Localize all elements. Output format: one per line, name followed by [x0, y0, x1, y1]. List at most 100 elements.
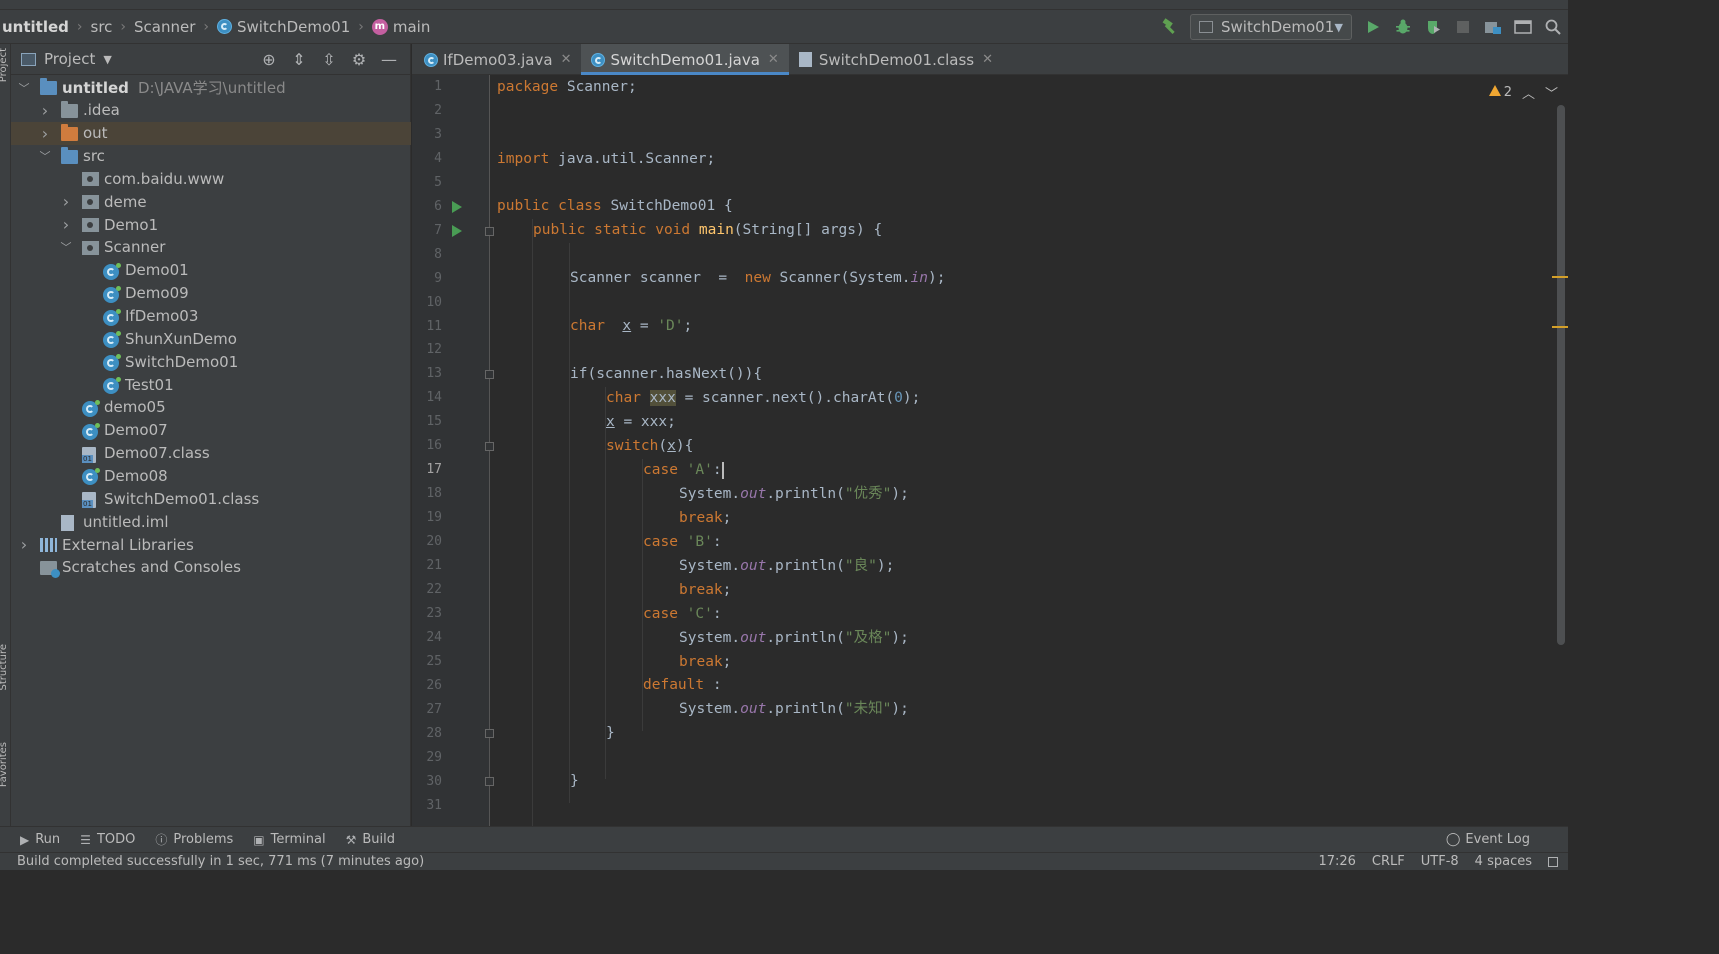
tab-ifdemo03[interactable]: IfDemo03.java ✕: [414, 44, 581, 75]
gear-icon[interactable]: ⚙: [344, 50, 374, 69]
lock-icon[interactable]: [1548, 856, 1558, 867]
line-number: 14: [426, 390, 442, 406]
tree-item[interactable]: Demo07: [11, 419, 411, 442]
locate-icon[interactable]: ⊕: [254, 50, 284, 69]
warning-counter[interactable]: 2: [1488, 85, 1512, 100]
run-gutter-icon[interactable]: [452, 225, 462, 237]
project-view-selector[interactable]: Project ▼: [21, 50, 112, 68]
terminal-tool-button[interactable]: ▣ Terminal: [253, 832, 325, 847]
expand-all-icon[interactable]: ⇕: [284, 50, 314, 69]
tree-item-label: com.baidu.www: [104, 169, 225, 188]
breadcrumb-project[interactable]: untitled: [0, 10, 69, 44]
stop-icon[interactable]: [1448, 10, 1478, 44]
line-separator[interactable]: CRLF: [1372, 854, 1405, 869]
chevron-down-icon[interactable]: ﹀: [1545, 83, 1558, 102]
line-number: 25: [426, 653, 442, 669]
breadcrumb-class[interactable]: SwitchDemo01: [217, 10, 350, 44]
favorites-tool-tab[interactable]: Favorites: [0, 742, 9, 787]
code-editor[interactable]: 1 2 3 4 5 6 7 8 9 10 11 12 13 14 15 16 17 18 19 20 21 22 23 24 2…: [412, 75, 1568, 826]
chevron-right-icon[interactable]: ›: [17, 535, 31, 554]
close-icon[interactable]: ✕: [561, 52, 572, 67]
problems-tool-button[interactable]: ⓘ Problems: [155, 831, 233, 848]
run-tool-button[interactable]: ▶ Run: [20, 832, 60, 847]
breadcrumb-method[interactable]: m main: [371, 10, 430, 44]
fold-icon[interactable]: [485, 777, 494, 786]
chevron-down-icon[interactable]: ﹀: [59, 239, 73, 255]
tree-item[interactable]: › Demo1: [11, 213, 411, 236]
line-number: 4: [434, 150, 442, 166]
fold-icon[interactable]: [485, 370, 494, 379]
run-configuration-select[interactable]: SwitchDemo01 ▼: [1190, 14, 1352, 40]
run-gutter-icon[interactable]: [452, 201, 462, 213]
chevron-down-icon[interactable]: ﹀: [38, 148, 52, 164]
breadcrumb-src[interactable]: src: [91, 10, 113, 44]
event-log-button[interactable]: ◯ Event Log: [1446, 832, 1530, 847]
tab-switchdemo01-class[interactable]: SwitchDemo01.class ✕: [789, 44, 1003, 75]
code-line-18: System.out.println("优秀");: [679, 486, 909, 502]
tree-item[interactable]: untitled.iml: [11, 510, 411, 533]
chevron-up-icon[interactable]: ︿: [1522, 83, 1535, 102]
close-icon[interactable]: ✕: [768, 52, 779, 67]
tree-item[interactable]: Test01: [11, 373, 411, 396]
build-tool-button[interactable]: ⚒ Build: [346, 832, 395, 847]
line-number: 24: [426, 629, 442, 645]
file-encoding[interactable]: UTF-8: [1421, 854, 1459, 869]
indent-setting[interactable]: 4 spaces: [1475, 854, 1532, 869]
tree-item[interactable]: SwitchDemo01.class: [11, 487, 411, 510]
structure-tool-tab[interactable]: Structure: [0, 644, 9, 691]
line-number: 27: [426, 701, 442, 717]
main-toolbar: SwitchDemo01 ▼: [1154, 10, 1568, 44]
project-structure-icon[interactable]: [1478, 10, 1508, 44]
tree-item[interactable]: › deme: [11, 190, 411, 213]
caret-position[interactable]: 17:26: [1318, 854, 1355, 869]
coverage-icon[interactable]: [1418, 10, 1448, 44]
tree-item[interactable]: Scratches and Consoles: [11, 556, 411, 579]
collapse-all-icon[interactable]: ⇳: [314, 50, 344, 69]
tree-item[interactable]: Demo09: [11, 282, 411, 305]
run-icon[interactable]: [1358, 10, 1388, 44]
chevron-right-icon[interactable]: ›: [38, 124, 52, 143]
class-icon: [103, 308, 121, 326]
tab-switchdemo01-java[interactable]: SwitchDemo01.java ✕: [581, 44, 790, 75]
tree-item[interactable]: ﹀ Scanner: [11, 236, 411, 259]
project-tool-tab[interactable]: Project: [0, 48, 9, 82]
debug-icon[interactable]: [1388, 10, 1418, 44]
tree-item[interactable]: com.baidu.www: [11, 167, 411, 190]
tree-item[interactable]: demo05: [11, 396, 411, 419]
vertical-scrollbar[interactable]: [1557, 105, 1565, 645]
chevron-right-icon[interactable]: ›: [59, 192, 73, 211]
editor-gutter[interactable]: 1 2 3 4 5 6 7 8 9 10 11 12 13 14 15 16 17 18 19 20 21 22 23 24 2…: [412, 75, 494, 826]
tree-item[interactable]: IfDemo03: [11, 305, 411, 328]
tree-item[interactable]: ﹀ untitled D:\JAVA学习\untitled: [11, 76, 411, 99]
todo-tool-button[interactable]: ☰ TODO: [80, 832, 135, 847]
tree-item[interactable]: SwitchDemo01: [11, 350, 411, 373]
status-message[interactable]: Build completed successfully in 1 sec, 7…: [17, 854, 424, 869]
warning-stripe-mark[interactable]: [1552, 326, 1568, 328]
tree-item[interactable]: › .idea: [11, 99, 411, 122]
minimize-icon[interactable]: —: [374, 50, 404, 69]
warning-stripe-mark[interactable]: [1552, 276, 1568, 278]
breadcrumb-class-label: SwitchDemo01: [237, 17, 351, 36]
tree-item[interactable]: Demo08: [11, 464, 411, 487]
tree-item[interactable]: Demo01: [11, 259, 411, 282]
close-icon[interactable]: ✕: [982, 52, 993, 67]
tree-item[interactable]: ﹀ src: [11, 145, 411, 168]
project-panel-title: Project: [44, 50, 96, 68]
hammer-icon[interactable]: [1154, 10, 1184, 44]
chevron-right-icon[interactable]: ›: [38, 101, 52, 120]
tree-item[interactable]: › External Libraries: [11, 533, 411, 556]
chevron-right-icon[interactable]: ›: [59, 215, 73, 234]
tree-item[interactable]: Demo07.class: [11, 442, 411, 465]
inspection-widget[interactable]: 2 ︿ ﹀: [1488, 83, 1558, 102]
fold-icon[interactable]: [485, 729, 494, 738]
fold-icon[interactable]: [485, 227, 494, 236]
breadcrumb-package[interactable]: Scanner: [134, 10, 195, 44]
fold-icon[interactable]: [485, 442, 494, 451]
window-icon[interactable]: [1508, 10, 1538, 44]
search-icon[interactable]: [1538, 10, 1568, 44]
chevron-down-icon[interactable]: ﹀: [17, 80, 31, 96]
tree-item[interactable]: ShunXunDemo: [11, 327, 411, 350]
tree-item-label: src: [83, 147, 105, 166]
tree-item[interactable]: › out: [11, 121, 411, 145]
tree-item-label: Scratches and Consoles: [62, 558, 241, 577]
